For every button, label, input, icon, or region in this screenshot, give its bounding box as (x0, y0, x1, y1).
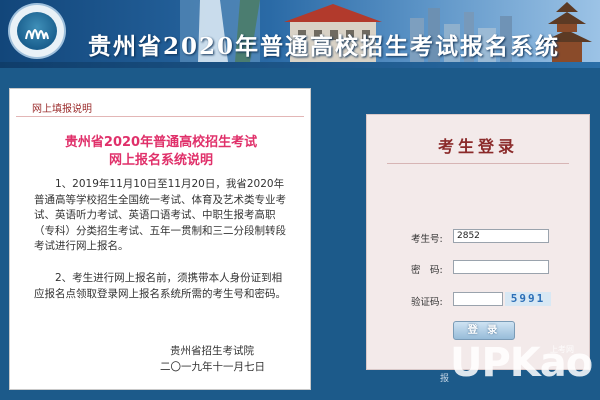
password-label: 密 码: (411, 265, 443, 276)
notice-title-line1: 贵州省2020年普通高校招生考试 (64, 135, 258, 150)
header-divider (0, 62, 600, 68)
watermark-subtitle: 上考网 (550, 345, 574, 354)
notice-paragraph-2: 2、考生进行网上报名前，须携带本人身份证到相应报名点领取登录网上报名系统所需的考… (34, 272, 286, 300)
notice-signature-date: 二〇一九年十一月七日 (160, 361, 265, 373)
notice-tab-label: 网上填报说明 (32, 104, 92, 115)
page-header: 贵州省2020年普通高校招生考试报名系统 (0, 0, 600, 62)
login-title: 考生登录 (437, 137, 518, 156)
login-panel: 考生登录 考生号: 密 码: 验证码: 5991 登 录 (366, 114, 590, 370)
logo-waves-icon (25, 29, 49, 40)
notice-tab: 网上填报说明 (16, 95, 304, 117)
notice-panel: 网上填报说明 贵州省2020年普通高校招生考试 网上报名系统说明 1、2019年… (9, 88, 311, 390)
captcha-image[interactable]: 5991 (505, 292, 551, 306)
password-input[interactable] (453, 260, 549, 274)
login-title-divider (387, 163, 569, 164)
captcha-input[interactable] (453, 292, 503, 306)
notice-paragraph-1: 1、2019年11月10日至11月20日，我省2020年普通高等学校招生全国统一… (34, 178, 286, 252)
page-title: 贵州省2020年普通高校招生考试报名系统 (88, 33, 561, 60)
footer-helper-text: 报 (440, 374, 450, 384)
exam-number-label: 考生号: (411, 234, 443, 245)
notice-title-line2: 网上报名系统说明 (108, 153, 213, 168)
captcha-label: 验证码: (411, 297, 443, 308)
school-logo (8, 3, 66, 59)
notice-signature-org: 贵州省招生考试院 (170, 345, 254, 357)
exam-number-input[interactable] (453, 229, 549, 243)
upkao-watermark: UPKao 上考网 (450, 336, 600, 400)
